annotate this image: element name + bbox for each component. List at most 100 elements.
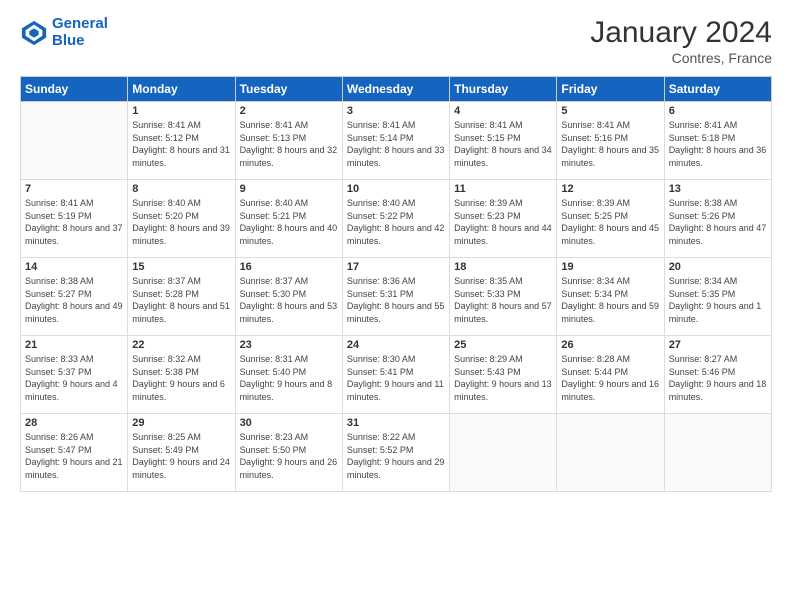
day-info: Sunrise: 8:40 AMSunset: 5:22 PMDaylight:… — [347, 197, 445, 247]
col-sunday: Sunday — [21, 77, 128, 102]
calendar-cell: 5 Sunrise: 8:41 AMSunset: 5:16 PMDaylight… — [557, 102, 664, 180]
calendar-cell: 25 Sunrise: 8:29 AMSunset: 5:43 PMDayligh… — [450, 336, 557, 414]
day-number: 24 — [347, 339, 445, 351]
day-info: Sunrise: 8:38 AMSunset: 5:27 PMDaylight:… — [25, 275, 123, 325]
day-number: 6 — [669, 105, 767, 117]
month-title: January 2024 — [590, 16, 772, 50]
day-info: Sunrise: 8:41 AMSunset: 5:19 PMDaylight:… — [25, 197, 123, 247]
calendar-cell: 27 Sunrise: 8:27 AMSunset: 5:46 PMDayligh… — [664, 336, 771, 414]
calendar-cell: 1 Sunrise: 8:41 AMSunset: 5:12 PMDaylight… — [128, 102, 235, 180]
day-number: 20 — [669, 261, 767, 273]
title-block: January 2024 Contres, France — [590, 16, 772, 66]
day-info: Sunrise: 8:41 AMSunset: 5:16 PMDaylight:… — [561, 119, 659, 169]
day-number: 12 — [561, 183, 659, 195]
page: General Blue January 2024 Contres, Franc… — [0, 0, 792, 612]
header-row: Sunday Monday Tuesday Wednesday Thursday… — [21, 77, 772, 102]
day-info: Sunrise: 8:37 AMSunset: 5:28 PMDaylight:… — [132, 275, 230, 325]
day-number: 27 — [669, 339, 767, 351]
calendar-cell: 31 Sunrise: 8:22 AMSunset: 5:52 PMDayligh… — [342, 414, 449, 492]
week-row-0: 1 Sunrise: 8:41 AMSunset: 5:12 PMDaylight… — [21, 102, 772, 180]
day-number: 29 — [132, 417, 230, 429]
day-info: Sunrise: 8:25 AMSunset: 5:49 PMDaylight:… — [132, 431, 230, 481]
day-number: 5 — [561, 105, 659, 117]
day-number: 3 — [347, 105, 445, 117]
day-info: Sunrise: 8:40 AMSunset: 5:21 PMDaylight:… — [240, 197, 338, 247]
day-number: 18 — [454, 261, 552, 273]
day-number: 31 — [347, 417, 445, 429]
day-number: 8 — [132, 183, 230, 195]
calendar-table: Sunday Monday Tuesday Wednesday Thursday… — [20, 76, 772, 492]
day-info: Sunrise: 8:38 AMSunset: 5:26 PMDaylight:… — [669, 197, 767, 247]
day-info: Sunrise: 8:41 AMSunset: 5:14 PMDaylight:… — [347, 119, 445, 169]
day-info: Sunrise: 8:39 AMSunset: 5:23 PMDaylight:… — [454, 197, 552, 247]
day-info: Sunrise: 8:34 AMSunset: 5:34 PMDaylight:… — [561, 275, 659, 325]
calendar-cell: 13 Sunrise: 8:38 AMSunset: 5:26 PMDayligh… — [664, 180, 771, 258]
day-number: 28 — [25, 417, 123, 429]
day-number: 19 — [561, 261, 659, 273]
day-number: 22 — [132, 339, 230, 351]
col-tuesday: Tuesday — [235, 77, 342, 102]
day-number: 26 — [561, 339, 659, 351]
calendar-cell: 28 Sunrise: 8:26 AMSunset: 5:47 PMDayligh… — [21, 414, 128, 492]
week-row-4: 28 Sunrise: 8:26 AMSunset: 5:47 PMDayligh… — [21, 414, 772, 492]
day-number: 9 — [240, 183, 338, 195]
calendar-cell — [450, 414, 557, 492]
day-number: 4 — [454, 105, 552, 117]
calendar-cell: 23 Sunrise: 8:31 AMSunset: 5:40 PMDayligh… — [235, 336, 342, 414]
week-row-3: 21 Sunrise: 8:33 AMSunset: 5:37 PMDayligh… — [21, 336, 772, 414]
day-info: Sunrise: 8:40 AMSunset: 5:20 PMDaylight:… — [132, 197, 230, 247]
logo: General Blue — [20, 16, 108, 49]
day-number: 23 — [240, 339, 338, 351]
calendar-cell: 2Sunrise: 8:41 AMSunset: 5:13 PMDaylight… — [235, 102, 342, 180]
col-thursday: Thursday — [450, 77, 557, 102]
header: General Blue January 2024 Contres, Franc… — [20, 16, 772, 66]
calendar-cell: 21 Sunrise: 8:33 AMSunset: 5:37 PMDayligh… — [21, 336, 128, 414]
day-info: Sunrise: 8:36 AMSunset: 5:31 PMDaylight:… — [347, 275, 445, 325]
day-number: 1 — [132, 105, 230, 117]
calendar-cell: 12Sunrise: 8:39 AMSunset: 5:25 PMDayligh… — [557, 180, 664, 258]
week-row-2: 14 Sunrise: 8:38 AMSunset: 5:27 PMDayligh… — [21, 258, 772, 336]
day-info: Sunrise: 8:22 AMSunset: 5:52 PMDaylight:… — [347, 431, 445, 481]
logo-text: General Blue — [52, 16, 108, 49]
calendar-cell — [664, 414, 771, 492]
calendar-cell: 24 Sunrise: 8:30 AMSunset: 5:41 PMDayligh… — [342, 336, 449, 414]
col-monday: Monday — [128, 77, 235, 102]
calendar-cell: 8 Sunrise: 8:40 AMSunset: 5:20 PMDaylight… — [128, 180, 235, 258]
day-info: Sunrise: 8:35 AMSunset: 5:33 PMDaylight:… — [454, 275, 552, 325]
day-number: 21 — [25, 339, 123, 351]
calendar-cell: 6 Sunrise: 8:41 AMSunset: 5:18 PMDaylight… — [664, 102, 771, 180]
day-info: Sunrise: 8:31 AMSunset: 5:40 PMDaylight:… — [240, 353, 338, 403]
calendar-cell: 15 Sunrise: 8:37 AMSunset: 5:28 PMDayligh… — [128, 258, 235, 336]
day-info: Sunrise: 8:27 AMSunset: 5:46 PMDaylight:… — [669, 353, 767, 403]
logo-blue: Blue — [52, 32, 85, 49]
day-number: 14 — [25, 261, 123, 273]
day-info: Sunrise: 8:29 AMSunset: 5:43 PMDaylight:… — [454, 353, 552, 403]
day-number: 2 — [240, 105, 338, 117]
calendar-cell — [21, 102, 128, 180]
day-info: Sunrise: 8:32 AMSunset: 5:38 PMDaylight:… — [132, 353, 230, 403]
calendar-cell: 20Sunrise: 8:34 AMSunset: 5:35 PMDayligh… — [664, 258, 771, 336]
day-info: Sunrise: 8:41 AMSunset: 5:12 PMDaylight:… — [132, 119, 230, 169]
col-saturday: Saturday — [664, 77, 771, 102]
day-number: 16 — [240, 261, 338, 273]
calendar-cell: 22 Sunrise: 8:32 AMSunset: 5:38 PMDayligh… — [128, 336, 235, 414]
day-info: Sunrise: 8:33 AMSunset: 5:37 PMDaylight:… — [25, 353, 123, 403]
calendar-cell: 19 Sunrise: 8:34 AMSunset: 5:34 PMDayligh… — [557, 258, 664, 336]
day-info: Sunrise: 8:23 AMSunset: 5:50 PMDaylight:… — [240, 431, 338, 481]
week-row-1: 7Sunrise: 8:41 AMSunset: 5:19 PMDaylight… — [21, 180, 772, 258]
day-info: Sunrise: 8:26 AMSunset: 5:47 PMDaylight:… — [25, 431, 123, 481]
day-info: Sunrise: 8:30 AMSunset: 5:41 PMDaylight:… — [347, 353, 445, 403]
calendar-cell: 10Sunrise: 8:40 AMSunset: 5:22 PMDayligh… — [342, 180, 449, 258]
calendar-cell: 7Sunrise: 8:41 AMSunset: 5:19 PMDaylight… — [21, 180, 128, 258]
day-number: 25 — [454, 339, 552, 351]
day-info: Sunrise: 8:37 AMSunset: 5:30 PMDaylight:… — [240, 275, 338, 325]
day-info: Sunrise: 8:28 AMSunset: 5:44 PMDaylight:… — [561, 353, 659, 403]
calendar-cell: 29 Sunrise: 8:25 AMSunset: 5:49 PMDayligh… — [128, 414, 235, 492]
day-info: Sunrise: 8:41 AMSunset: 5:15 PMDaylight:… — [454, 119, 552, 169]
day-info: Sunrise: 8:41 AMSunset: 5:18 PMDaylight:… — [669, 119, 767, 169]
day-number: 11 — [454, 183, 552, 195]
calendar-cell: 9 Sunrise: 8:40 AMSunset: 5:21 PMDaylight… — [235, 180, 342, 258]
calendar-cell: 14 Sunrise: 8:38 AMSunset: 5:27 PMDayligh… — [21, 258, 128, 336]
day-number: 15 — [132, 261, 230, 273]
day-number: 13 — [669, 183, 767, 195]
